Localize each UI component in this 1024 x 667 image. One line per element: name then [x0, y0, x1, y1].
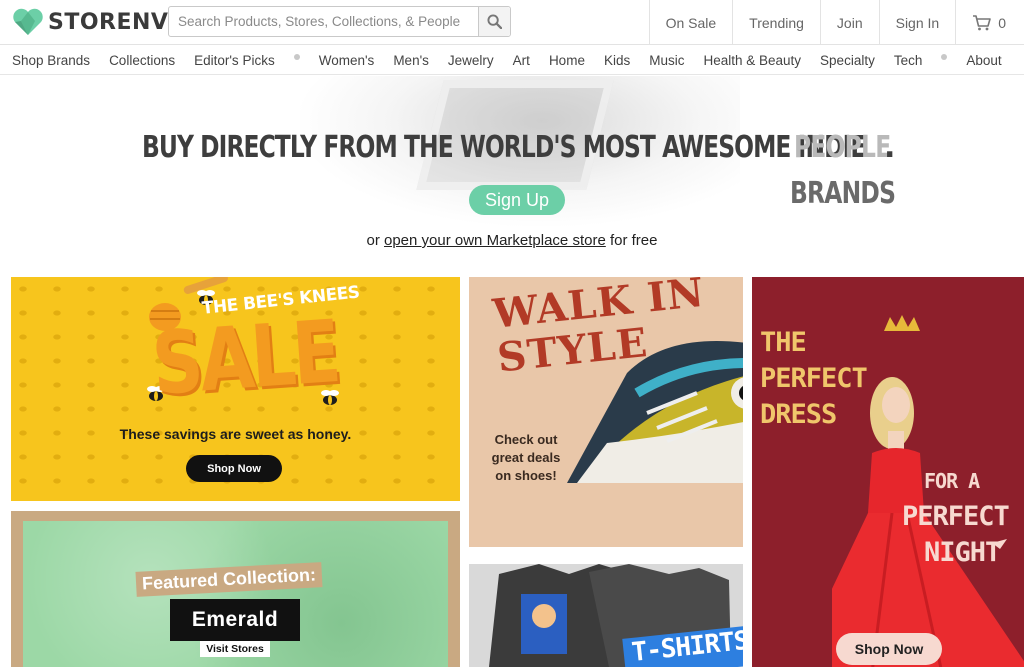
trending-link[interactable]: Trending: [732, 0, 820, 45]
category-bar: Shop Brands Collections Editor's Picks W…: [0, 46, 1024, 75]
promo-bees-title: SALE: [149, 302, 341, 415]
category-art[interactable]: Art: [513, 53, 530, 68]
cart-icon: [973, 14, 992, 30]
category-health-beauty[interactable]: Health & Beauty: [703, 53, 801, 68]
category-womens[interactable]: Women's: [319, 53, 375, 68]
category-home[interactable]: Home: [549, 53, 585, 68]
promo-dress-title-line1: THE: [760, 327, 807, 358]
promo-emerald-title: Emerald: [170, 599, 300, 641]
hero-subtext-prefix: or: [366, 232, 380, 249]
promo-t-shirts[interactable]: T-SHIRTS: [469, 564, 743, 667]
brand-name: STORENVY: [48, 9, 185, 35]
search-bar: [168, 6, 511, 37]
open-marketplace-store-link[interactable]: open your own Marketplace store: [384, 232, 606, 249]
promo-dress-sub-line1: FOR A: [924, 469, 980, 493]
category-kids[interactable]: Kids: [604, 53, 630, 68]
top-header: STORENVY On Sale Trending Join Sign In 0: [0, 0, 1024, 45]
category-collections[interactable]: Collections: [109, 53, 175, 68]
hero-rotating-word-people: PEOPLE: [794, 130, 891, 165]
category-separator: [941, 54, 948, 60]
category-about[interactable]: About: [966, 53, 1001, 68]
category-mens[interactable]: Men's: [393, 53, 429, 68]
promo-emerald-collection[interactable]: Featured Collection: Emerald Visit Store…: [11, 511, 460, 667]
hero-headline: BUY DIRECTLY FROM THE WORLD'S MOST AWESO…: [142, 130, 866, 165]
cart-count: 0: [998, 14, 1006, 31]
cart-button[interactable]: 0: [955, 0, 1024, 45]
promo-dress-title: THE PERFECT DRESS: [760, 325, 868, 433]
search-input[interactable]: [169, 7, 478, 36]
promo-perfect-dress[interactable]: THE PERFECT DRESS FOR A PERFECT NIGHT Sh…: [752, 277, 1024, 667]
promo-dress-subtitle: FOR A PERFECT NIGHT: [902, 463, 1010, 571]
promo-dress-title-line3: DRESS: [760, 399, 837, 430]
promo-walk-in-style[interactable]: WALK IN STYLE Check out great deals on s…: [469, 277, 743, 547]
promo-dress-shop-now-button[interactable]: Shop Now: [836, 633, 942, 665]
promo-shoes-subtitle-line3: on shoes!: [495, 468, 557, 483]
promo-dress-sub-line3: NIGHT: [924, 537, 1001, 568]
category-specialty[interactable]: Specialty: [820, 53, 875, 68]
sign-up-button[interactable]: Sign Up: [469, 185, 565, 215]
hero-subtext: or open your own Marketplace store for f…: [0, 232, 1024, 249]
hero-rotating-word-brands: BRANDS: [790, 176, 896, 211]
category-shop-brands[interactable]: Shop Brands: [12, 53, 90, 68]
search-icon: [487, 14, 502, 29]
promo-bees-tagline: These savings are sweet as honey.: [119, 426, 352, 442]
category-music[interactable]: Music: [649, 53, 684, 68]
category-jewelry[interactable]: Jewelry: [448, 53, 494, 68]
join-link[interactable]: Join: [819, 0, 879, 45]
promo-bees-shop-now-button[interactable]: Shop Now: [186, 455, 282, 482]
heart-logo-icon: [13, 8, 43, 35]
storenvy-logo[interactable]: STORENVY: [12, 6, 185, 38]
promo-emerald-visit-stores-button[interactable]: Visit Stores: [200, 641, 270, 657]
promo-dress-sub-line2: PERFECT: [902, 501, 1010, 532]
promo-bees-knees-sale[interactable]: THE BEE'S KNEES SALE These savings are s…: [11, 277, 460, 501]
hero-period: .: [884, 130, 896, 165]
hero-banner: BUY DIRECTLY FROM THE WORLD'S MOST AWESO…: [0, 76, 1024, 272]
search-button[interactable]: [478, 7, 510, 36]
category-editors-picks[interactable]: Editor's Picks: [194, 53, 275, 68]
crown-icon: [884, 315, 920, 331]
promo-dress-title-line2: PERFECT: [760, 363, 868, 394]
category-tech[interactable]: Tech: [894, 53, 923, 68]
category-separator: [293, 54, 300, 60]
hero-subtext-suffix: for free: [609, 232, 658, 249]
promo-shoes-subtitle-line2: great deals: [491, 450, 561, 465]
top-nav: On Sale Trending Join Sign In 0: [648, 0, 1024, 45]
promo-shoes-subtitle: Check out great deals on shoes!: [481, 431, 571, 485]
promo-shoes-subtitle-line1: Check out: [494, 432, 558, 447]
sign-in-link[interactable]: Sign In: [878, 0, 956, 45]
on-sale-link[interactable]: On Sale: [648, 0, 733, 45]
